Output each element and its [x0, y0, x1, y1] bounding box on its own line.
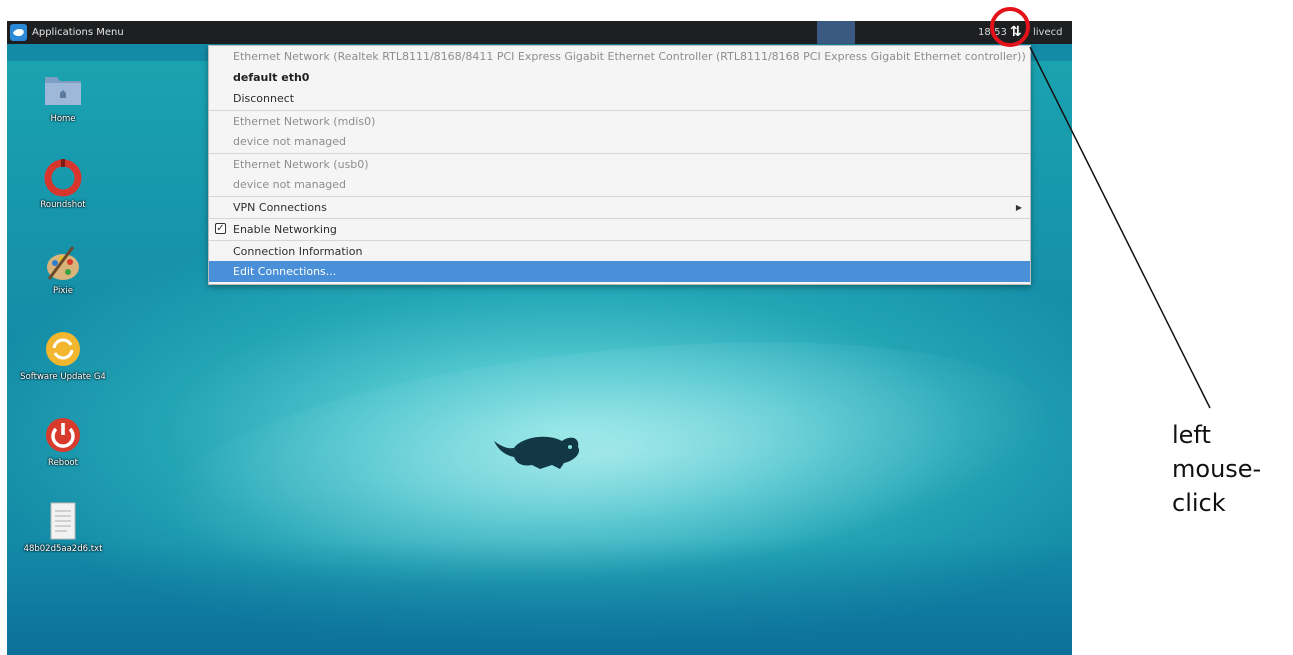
desktop-icon-software-update[interactable]: Software Update G4 [19, 329, 107, 382]
annotation-line: mouse- [1172, 455, 1262, 483]
software-update-icon [43, 329, 83, 369]
menu-item-vpn-connections[interactable]: VPN Connections ▶ [209, 196, 1030, 217]
panel-user[interactable]: livecd [1033, 21, 1062, 44]
menu-item-label: VPN Connections [233, 201, 327, 214]
menu-item-edit-connections[interactable]: Edit Connections... [209, 261, 1030, 282]
annotation-label: left mouse- click [1172, 418, 1261, 520]
network-menu: Ethernet Network (Realtek RTL8111/8168/8… [208, 45, 1031, 285]
menu-item-label: device not managed [233, 178, 347, 191]
annotation-line: left [1172, 421, 1211, 449]
menu-item-device-not-managed: device not managed [209, 174, 1030, 195]
power-icon [43, 415, 83, 455]
menu-item-label: Disconnect [233, 92, 295, 105]
menu-item-label: Ethernet Network (Realtek RTL8111/8168/8… [233, 50, 1026, 63]
menu-item-device-not-managed: device not managed [209, 131, 1030, 152]
menu-item-connection-information[interactable]: Connection Information [209, 240, 1030, 261]
menu-item-ethernet-realtek: Ethernet Network (Realtek RTL8111/8168/8… [209, 46, 1030, 67]
menu-item-label: Enable Networking [233, 223, 337, 236]
desktop-icon-home[interactable]: Home [19, 71, 107, 124]
taskbar-window-button[interactable] [817, 21, 855, 44]
annotation-line: click [1172, 489, 1226, 517]
roundshot-icon [43, 157, 83, 197]
menu-item-label: Edit Connections... [233, 265, 337, 278]
paint-palette-icon [43, 243, 83, 283]
menu-item-label: Ethernet Network (mdis0) [233, 115, 376, 128]
submenu-arrow-icon: ▶ [1015, 203, 1022, 212]
applications-menu-label: Applications Menu [32, 27, 124, 38]
desktop-icon-label: Software Update G4 [20, 372, 106, 382]
desktop-icon-label: 48b02d5aa2d6.txt [23, 544, 103, 554]
checkbox-checked-icon[interactable]: ✓ [215, 223, 226, 234]
desktop-screen: Applications Menu 18:53 ⇅ livecd Home Ro… [7, 21, 1072, 655]
menu-item-default-eth0[interactable]: default eth0 [209, 67, 1030, 88]
desktop-icon-label: Roundshot [40, 200, 86, 210]
menu-item-label: Connection Information [233, 245, 363, 258]
desktop-icon-text-file[interactable]: 48b02d5aa2d6.txt [19, 501, 107, 554]
menu-item-ethernet-usb0: Ethernet Network (usb0) [209, 153, 1030, 174]
text-file-icon [43, 501, 83, 541]
desktop-icon-reboot[interactable]: Reboot [19, 415, 107, 468]
menu-item-disconnect[interactable]: Disconnect [209, 88, 1030, 109]
desktop-icon-roundshot[interactable]: Roundshot [19, 157, 107, 210]
click-highlight-circle [990, 7, 1030, 47]
menu-item-enable-networking[interactable]: ✓ Enable Networking [209, 218, 1030, 239]
wallpaper-bottom [7, 541, 1072, 655]
folder-home-icon [43, 71, 83, 111]
desktop-icon-label: Reboot [48, 458, 78, 468]
menu-item-label: Ethernet Network (usb0) [233, 158, 369, 171]
top-panel: Applications Menu 18:53 ⇅ livecd [7, 21, 1072, 44]
desktop-icon-label: Pixie [53, 286, 73, 296]
desktop-icon-pixie[interactable]: Pixie [19, 243, 107, 296]
xfce-logo-icon [10, 24, 27, 41]
xfce-mouse-logo [494, 436, 580, 469]
menu-item-ethernet-mdis0: Ethernet Network (mdis0) [209, 110, 1030, 131]
applications-menu-button[interactable]: Applications Menu [7, 21, 124, 44]
desktop-icon-label: Home [50, 114, 76, 124]
menu-item-label: device not managed [233, 135, 347, 148]
menu-item-label: default eth0 [233, 71, 310, 84]
